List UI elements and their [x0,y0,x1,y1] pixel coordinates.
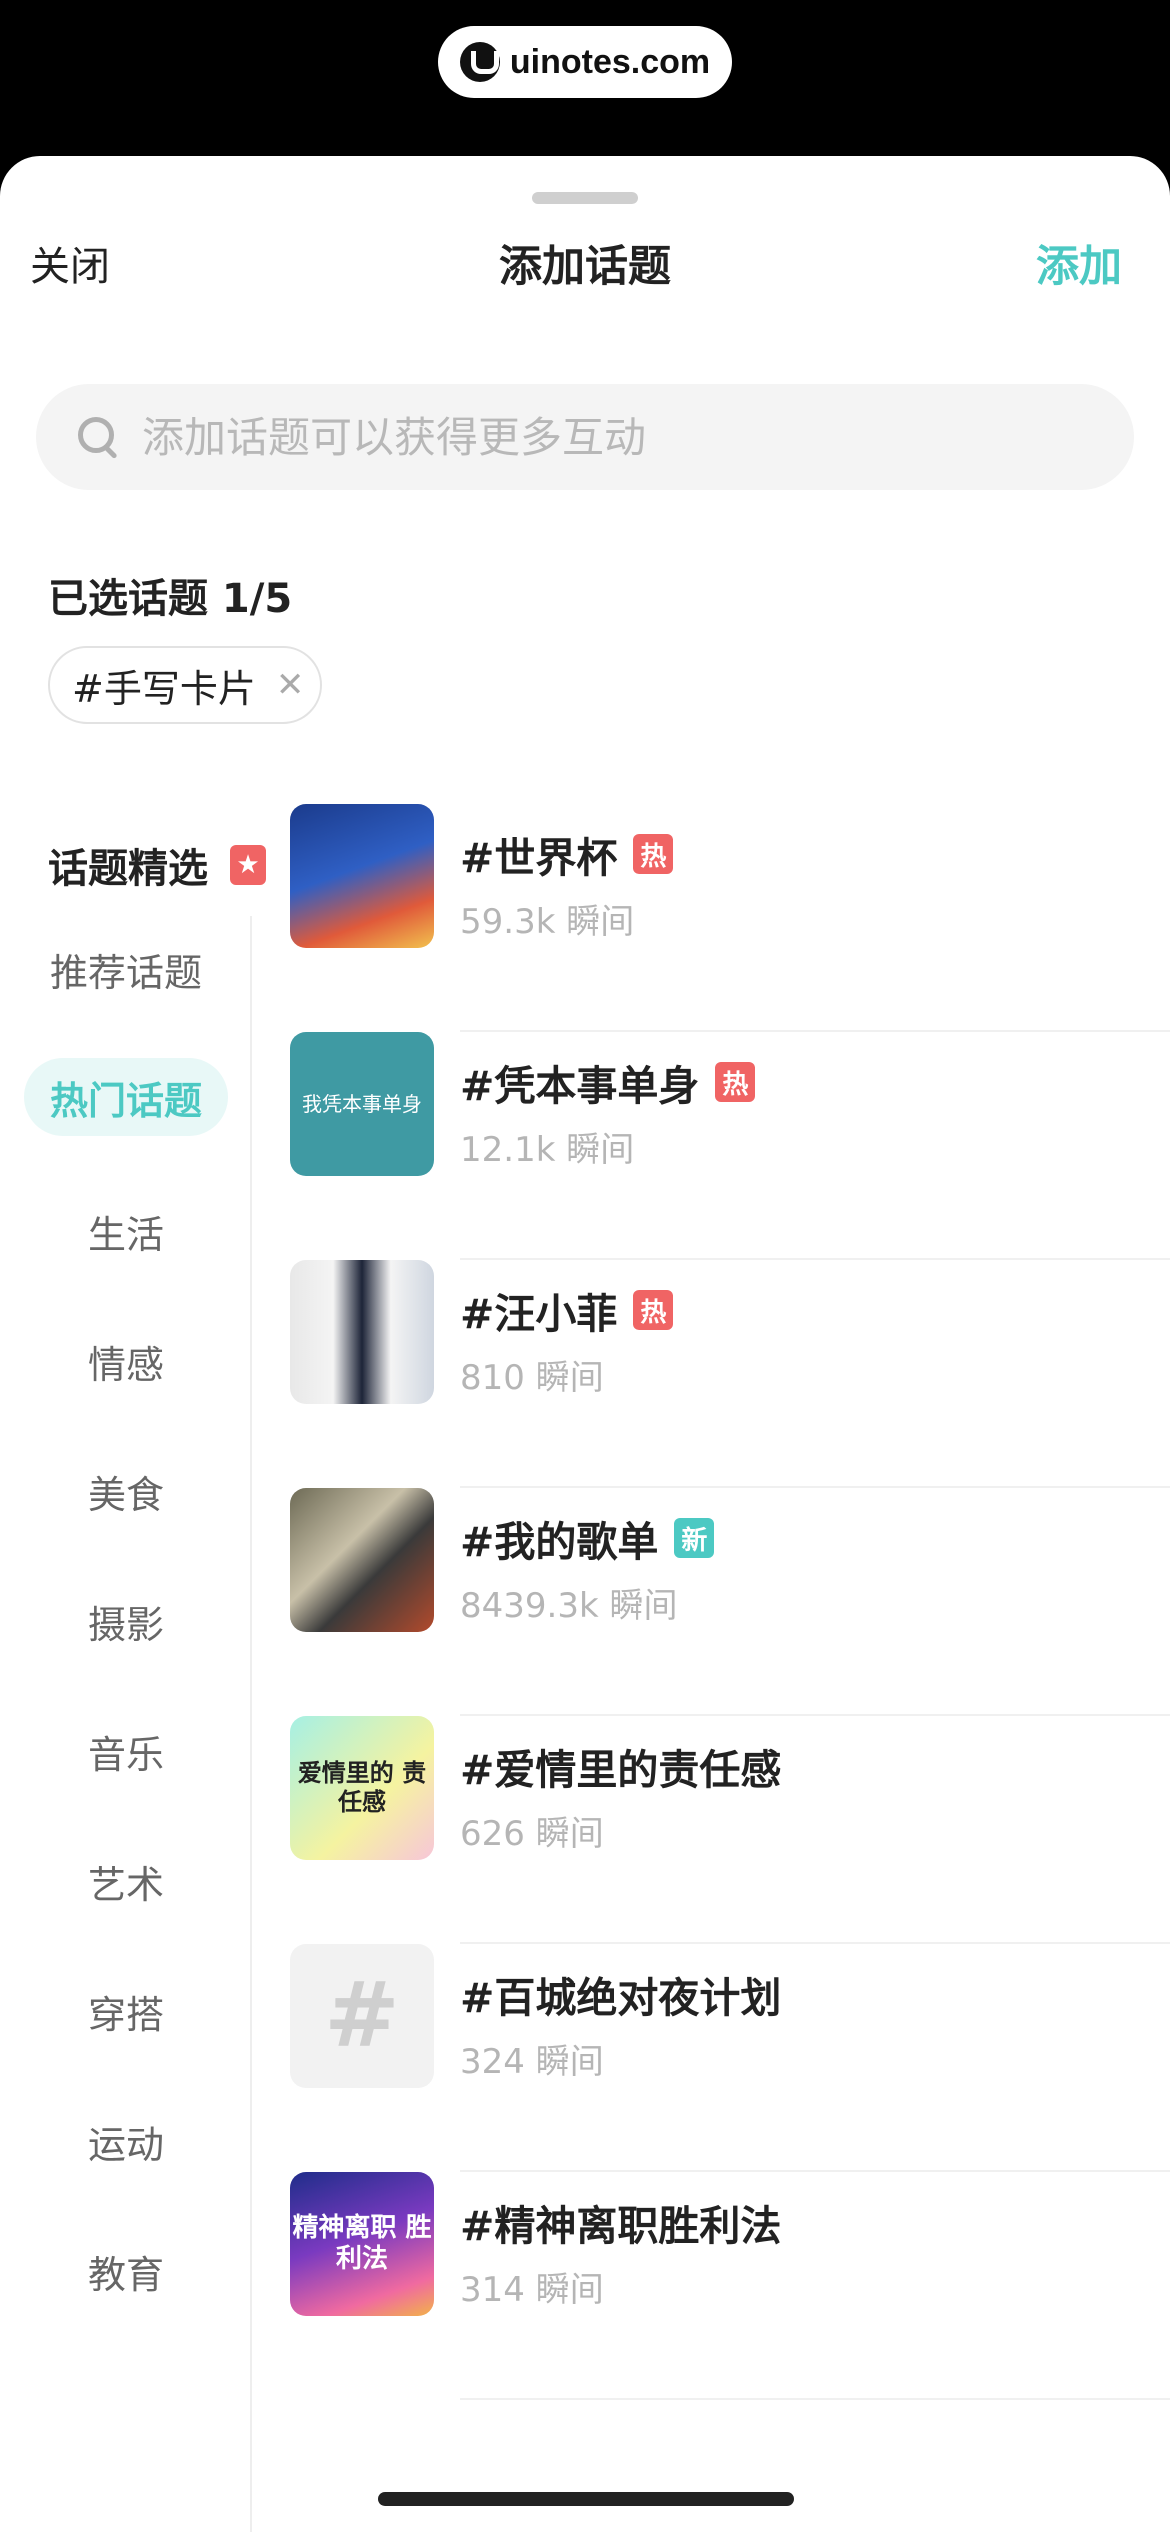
topic-name-label: #爱情里的责任感 [460,1746,782,1794]
topic-count: 12.1k 瞬间 [460,1130,635,1170]
add-topic-sheet: 关闭 添加话题 添加 已选话题 1/5 #手写卡片 ✕ 话题精选 ★ 推荐话题热… [0,156,1170,2532]
star-badge-icon: ★ [230,845,266,885]
thumb-text: 精神离职 胜利法 [292,2212,432,2274]
add-button[interactable]: 添加 [1036,232,1122,294]
cassette-image [290,1488,434,1632]
row-divider [460,2398,1170,2400]
remove-icon[interactable]: ✕ [276,665,305,705]
hot-badge: 热 [633,1290,674,1330]
topic-row[interactable]: 爱情里的 责任感 #爱情里的责任感 626 瞬间 [290,1716,1170,1944]
topic-row[interactable]: #我的歌单新 8439.3k 瞬间 [290,1488,1170,1716]
nav-item[interactable]: 生活 [24,1192,228,1270]
topic-name-label: #我的歌单 [460,1518,659,1566]
uinotes-logo-icon [459,42,500,82]
topic-row[interactable]: #世界杯热 59.3k 瞬间 [290,804,1170,1032]
chip-label: #手写卡片 [72,666,256,711]
topic-count: 314 瞬间 [460,2270,604,2310]
topic-name: #精神离职胜利法 [460,2192,781,2252]
featured-heading-label: 话题精选 [48,846,208,892]
topic-name: #爱情里的责任感 [460,1736,781,1796]
nav-item[interactable]: 美食 [24,1452,228,1530]
search-input[interactable] [142,412,1042,462]
topic-name: #百城绝对夜计划 [460,1964,781,2024]
nav-item[interactable]: 音乐 [24,1712,228,1790]
thumb-text: 爱情里的 责任感 [297,1759,427,1816]
sheet-grabber[interactable] [532,192,638,204]
thumb-text: 我凭本事单身 [302,1092,422,1116]
nav-item[interactable]: 艺术 [24,1842,228,1920]
search-icon [76,415,120,459]
home-indicator [378,2492,794,2506]
featured-heading: 话题精选 ★ [48,836,266,894]
category-nav: 推荐话题热门话题生活情感美食摄影音乐艺术穿搭运动教育 [0,916,252,2532]
topic-name: #我的歌单新 [460,1508,715,1568]
topic-row[interactable]: 精神离职 胜利法 #精神离职胜利法 314 瞬间 [290,2172,1170,2400]
topic-row[interactable]: #汪小菲热 810 瞬间 [290,1260,1170,1488]
topic-count: 59.3k 瞬间 [460,902,635,942]
nav-item[interactable]: 摄影 [24,1582,228,1660]
nav-item[interactable]: 推荐话题 [24,930,228,1008]
selected-topic-chip[interactable]: #手写卡片 ✕ [48,646,322,724]
topic-count: 810 瞬间 [460,1358,604,1398]
nav-item[interactable]: 热门话题 [24,1058,228,1136]
page-title: 添加话题 [499,242,671,292]
nav-item[interactable]: 教育 [24,2232,228,2310]
topic-name: #世界杯热 [460,824,674,884]
topic-count: 626 瞬间 [460,1814,604,1854]
love-cover-image: 爱情里的 责任感 [290,1716,434,1860]
selected-topics-heading: 已选话题 1/5 [48,576,293,622]
topic-name-label: #世界杯 [460,834,618,882]
watermark-text: uinotes.com [509,42,711,81]
hash-placeholder-icon: # [290,1944,434,2088]
hot-badge: 热 [715,1062,756,1102]
watermark: uinotes.com [438,26,732,98]
topic-name-label: #精神离职胜利法 [460,2202,782,2250]
nav-item[interactable]: 情感 [24,1322,228,1400]
topic-name: #汪小菲热 [460,1280,674,1340]
search-bar[interactable] [36,384,1134,490]
topic-count: 324 瞬间 [460,2042,604,2082]
new-badge: 新 [674,1518,715,1558]
topic-name-label: #凭本事单身 [460,1062,700,1110]
top-bar: uinotes.com [0,0,1170,160]
text-cover-image: 我凭本事单身 [290,1032,434,1176]
nav-item[interactable]: 穿搭 [24,1972,228,2050]
nav-item[interactable]: 运动 [24,2102,228,2180]
football-fans-image [290,804,434,948]
portrait-image [290,1260,434,1404]
topic-count: 8439.3k 瞬间 [460,1586,678,1626]
thumb-text: # [324,1963,400,2068]
neon-cover-image: 精神离职 胜利法 [290,2172,434,2316]
topic-row[interactable]: # #百城绝对夜计划 324 瞬间 [290,1944,1170,2172]
topic-name-label: #汪小菲 [460,1290,618,1338]
hot-badge: 热 [633,834,674,874]
topic-name-label: #百城绝对夜计划 [460,1974,782,2022]
topic-name: #凭本事单身热 [460,1052,756,1112]
topic-row[interactable]: 我凭本事单身 #凭本事单身热 12.1k 瞬间 [290,1032,1170,1260]
